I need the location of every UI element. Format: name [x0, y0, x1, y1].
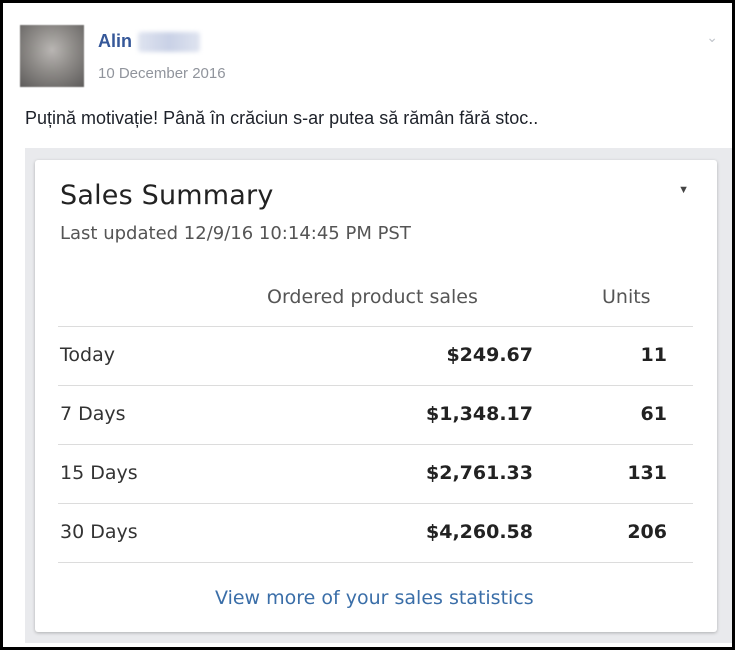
- row-units: 61: [640, 403, 667, 425]
- table-row: Today $249.67 11: [58, 326, 693, 385]
- row-label: 15 Days: [60, 462, 138, 484]
- author-name[interactable]: Alin: [98, 31, 132, 52]
- post-text: Puțină motivație! Până în crăciun s-ar p…: [25, 108, 539, 128]
- caret-down-icon[interactable]: ▼: [678, 184, 689, 196]
- table-row: 7 Days $1,348.17 61: [58, 385, 693, 444]
- row-sales: $1,348.17: [426, 403, 533, 425]
- post-date[interactable]: 10 December 2016: [98, 65, 226, 82]
- author-surname-redacted: [138, 31, 200, 52]
- row-label: 7 Days: [60, 403, 126, 425]
- view-sales-statistics-link[interactable]: View more of your sales statistics: [215, 587, 534, 609]
- row-sales: $4,260.58: [426, 521, 533, 543]
- post-header: Alin 10 December 2016 ⌄: [20, 25, 720, 95]
- chevron-down-icon[interactable]: ⌄: [706, 29, 718, 46]
- row-label: Today: [60, 344, 115, 366]
- table-row: 30 Days $4,260.58 206: [58, 503, 693, 563]
- column-header-units: Units: [602, 286, 651, 308]
- post-frame: Alin 10 December 2016 ⌄ Puțină motivație…: [0, 0, 735, 650]
- row-sales: $2,761.33: [426, 462, 533, 484]
- author[interactable]: Alin: [98, 31, 200, 52]
- row-units: 131: [627, 462, 667, 484]
- sales-summary-card: Sales Summary ▼ Last updated 12/9/16 10:…: [35, 160, 717, 632]
- column-header-sales: Ordered product sales: [267, 286, 478, 308]
- row-label: 30 Days: [60, 521, 138, 543]
- table-row: 15 Days $2,761.33 131: [58, 444, 693, 503]
- card-title: Sales Summary: [60, 180, 274, 211]
- sales-table: Today $249.67 11 7 Days $1,348.17 61 15 …: [58, 326, 693, 563]
- row-sales: $249.67: [446, 344, 533, 366]
- row-units: 206: [627, 521, 667, 543]
- avatar[interactable]: [20, 25, 84, 87]
- row-units: 11: [640, 344, 667, 366]
- last-updated: Last updated 12/9/16 10:14:45 PM PST: [60, 223, 411, 244]
